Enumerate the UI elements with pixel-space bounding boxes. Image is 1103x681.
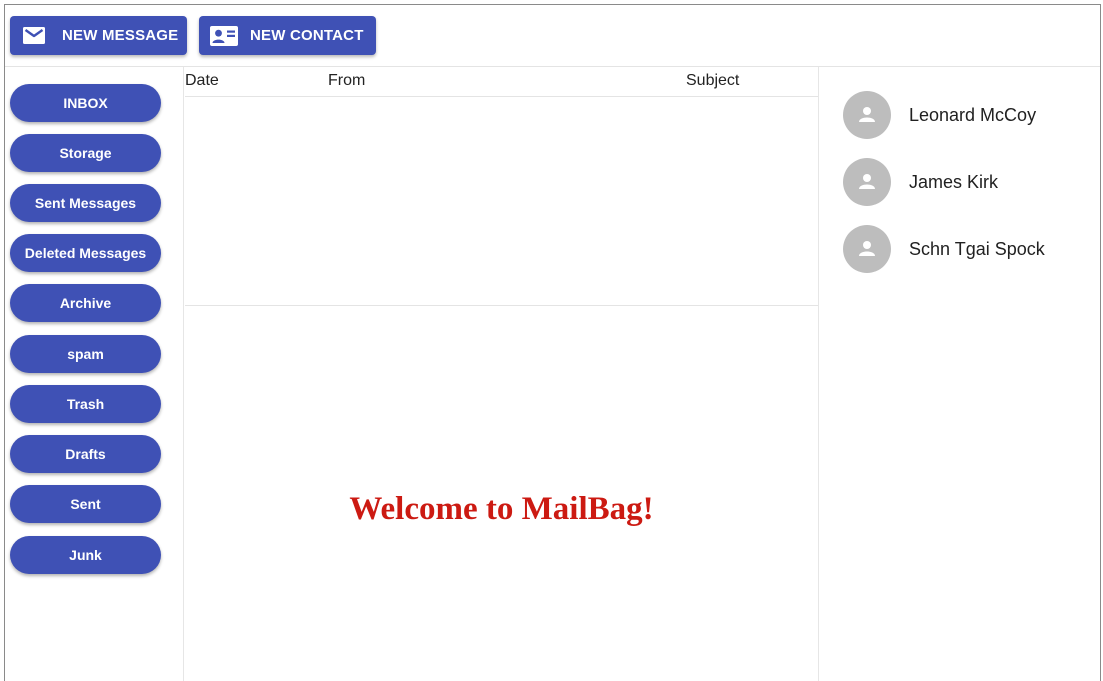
folder-storage[interactable]: Storage (10, 134, 161, 172)
folder-label: Archive (59, 295, 112, 311)
folder-label: INBOX (63, 95, 108, 111)
folder-label: Trash (66, 396, 105, 412)
folder-deleted-messages[interactable]: Deleted Messages (10, 234, 161, 272)
folder-inbox[interactable]: INBOX (10, 84, 161, 122)
contact-name: James Kirk (909, 171, 999, 192)
folder-label: Junk (69, 547, 102, 563)
message-view: Welcome to MailBag! (185, 307, 818, 681)
contact-name: Leonard McCoy (909, 104, 1037, 125)
contact-item[interactable]: Schn Tgai Spock (843, 225, 1045, 273)
folder-archive[interactable]: Archive (10, 284, 161, 322)
new-message-button[interactable]: NEW MESSAGE (10, 16, 187, 55)
contact-name: Schn Tgai Spock (909, 238, 1045, 259)
column-header-subject[interactable]: Subject (686, 72, 739, 90)
folder-drafts[interactable]: Drafts (10, 435, 161, 473)
welcome-message: Welcome to MailBag! (349, 491, 654, 527)
new-message-label: NEW MESSAGE (62, 27, 179, 44)
folder-label: Drafts (65, 446, 106, 462)
folder-sent[interactable]: Sent (10, 485, 161, 523)
new-contact-button[interactable]: NEW CONTACT (199, 16, 376, 55)
folder-label: Sent Messages (34, 195, 137, 211)
contact-card-icon (210, 25, 238, 46)
contact-list: Leonard McCoy James Kirk Schn Tgai Spock (818, 67, 1100, 681)
folder-label: Sent (70, 496, 101, 512)
message-list: Date From Subject (185, 67, 818, 306)
person-icon (843, 91, 891, 139)
folder-label: Storage (59, 145, 112, 161)
new-contact-label: NEW CONTACT (250, 27, 364, 44)
column-header-from[interactable]: From (328, 72, 365, 90)
folder-trash[interactable]: Trash (10, 385, 161, 423)
contact-item[interactable]: James Kirk (843, 158, 998, 206)
envelope-icon (23, 27, 45, 44)
person-icon (843, 225, 891, 273)
folder-label: Deleted Messages (24, 245, 147, 261)
folder-spam[interactable]: spam (10, 335, 161, 373)
folder-sent-messages[interactable]: Sent Messages (10, 184, 161, 222)
message-list-header: Date From Subject (185, 67, 818, 97)
folder-junk[interactable]: Junk (10, 536, 161, 574)
column-header-date[interactable]: Date (185, 72, 219, 90)
app-window: NEW MESSAGE NEW CONTACT INBOX Storage Se… (4, 4, 1101, 681)
folder-label: spam (67, 346, 104, 362)
toolbar: NEW MESSAGE NEW CONTACT (5, 5, 1100, 67)
contact-item[interactable]: Leonard McCoy (843, 91, 1036, 139)
folder-sidebar: INBOX Storage Sent Messages Deleted Mess… (5, 67, 184, 681)
person-icon (843, 158, 891, 206)
